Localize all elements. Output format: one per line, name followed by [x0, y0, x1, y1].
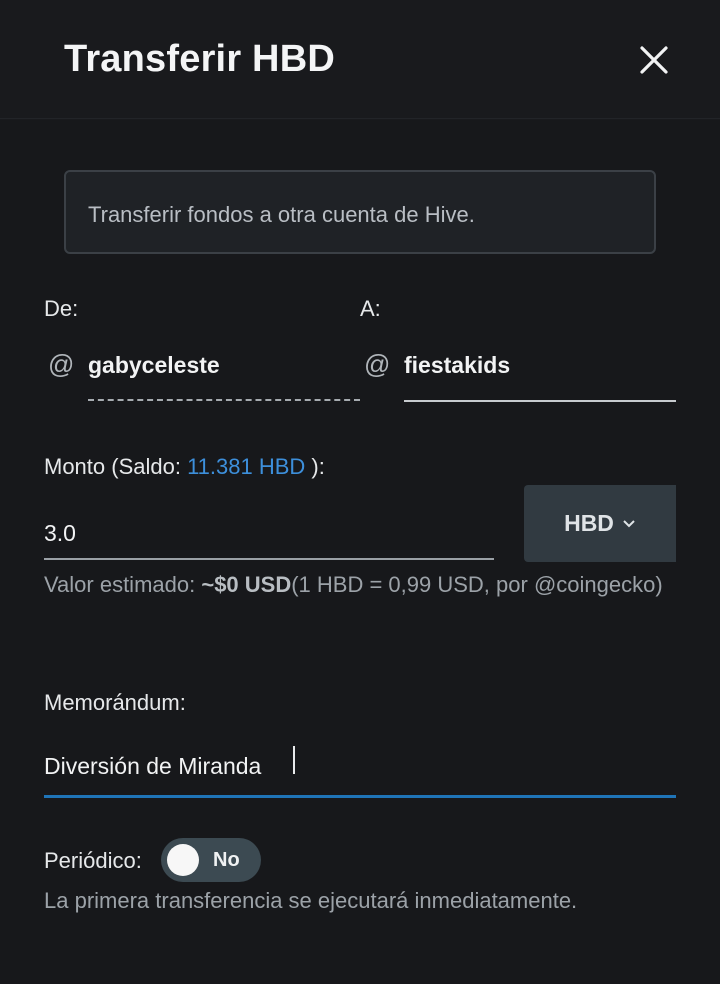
dialog-title: Transferir HBD — [64, 38, 335, 80]
estimate-rate: (1 HBD = 0,99 USD, por @coingecko) — [291, 572, 663, 597]
info-box: Transferir fondos a otra cuenta de Hive. — [64, 170, 656, 254]
dialog-header: Transferir HBD — [0, 0, 720, 119]
currency-select[interactable]: HBD — [524, 485, 676, 562]
close-icon — [640, 46, 668, 74]
chevron-down-icon — [623, 519, 635, 527]
estimate-prefix: Valor estimado: — [44, 572, 202, 597]
close-button[interactable] — [634, 40, 674, 80]
recurrent-note: La primera transferencia se ejecutará in… — [44, 888, 578, 913]
recurrent-label: Periódico: — [44, 848, 142, 873]
estimate-value: ~$0 USD — [201, 572, 292, 597]
balance-link[interactable]: 11.381 HBD — [187, 454, 305, 479]
memo-input[interactable] — [44, 738, 676, 798]
from-account: gabyceleste — [88, 352, 220, 378]
to-account-input[interactable]: fiestakids — [404, 352, 510, 379]
info-text: Transferir fondos a otra cuenta de Hive. — [88, 202, 475, 227]
estimated-value: Valor estimado: ~$0 USD(1 HBD = 0,99 USD… — [44, 566, 664, 604]
amount-label-suffix: ): — [305, 454, 325, 479]
from-account-underline — [88, 399, 360, 401]
from-at-icon: @ — [48, 349, 75, 379]
amount-label: Monto (Saldo: 11.381 HBD ): — [44, 454, 325, 480]
currency-label: HBD — [564, 510, 614, 536]
to-account-underline — [404, 400, 676, 402]
memo-label: Memorándum: — [44, 690, 186, 715]
from-label: De: — [44, 296, 79, 321]
recurrent-toggle[interactable]: No — [161, 838, 261, 882]
toggle-label: No — [213, 849, 240, 871]
to-at-icon: @ — [364, 349, 391, 379]
toggle-knob — [167, 844, 199, 876]
amount-label-prefix: Monto (Saldo: — [44, 454, 188, 479]
to-label: A: — [360, 296, 381, 321]
text-cursor — [293, 746, 295, 774]
amount-input[interactable] — [44, 500, 494, 560]
